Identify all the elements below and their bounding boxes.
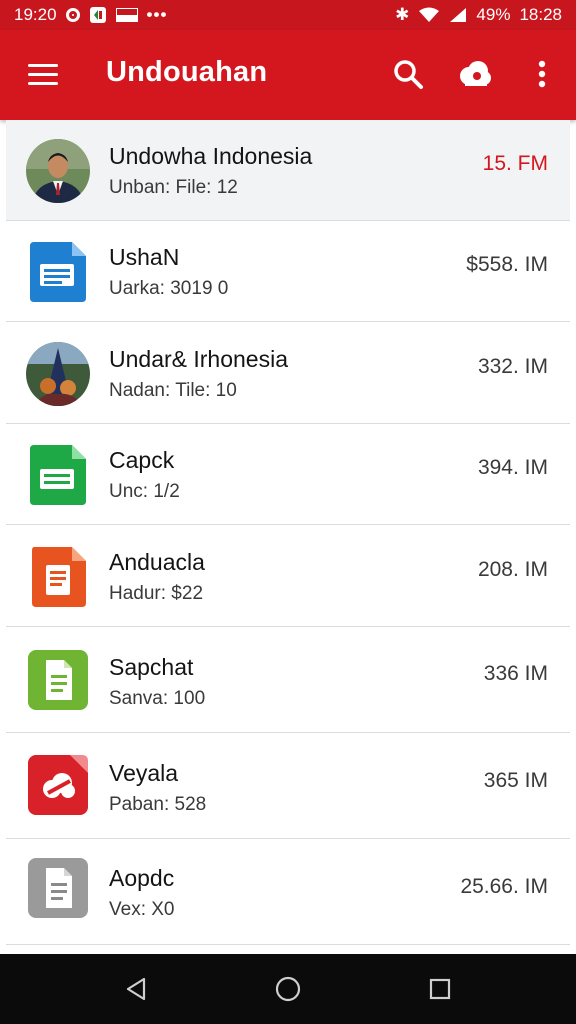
list-item[interactable]: Aopdc Vex: X0 25.66. IM [6,839,570,945]
slides-icon [26,545,90,609]
item-title: Undar& Irhonesia [109,346,288,372]
item-subtitle: Uarka: 3019 0 [109,278,229,299]
cloud-icon[interactable] [455,54,495,94]
item-size: 15. FM [482,152,548,175]
app-bar: Undouahan [0,30,576,120]
home-icon[interactable] [268,969,308,1009]
cloud-red-icon [26,753,90,817]
item-title: Capck [109,447,175,473]
item-subtitle: Hadur: $22 [109,583,204,604]
menu-icon[interactable] [26,60,62,90]
download-list: Undowha Indonesia Unban: File: 12 15. FM… [6,120,570,954]
status-bar: 19:20 ••• ✱ 49% 18:28 [0,0,576,30]
item-subtitle: Unc: 1/2 [109,481,180,502]
list-item[interactable]: Undowha Indonesia Unban: File: 12 15. FM [6,120,570,221]
item-subtitle: Nadan: Tile: 10 [109,380,237,401]
item-subtitle: Unban: File: 12 [109,177,238,198]
avatar-person-icon [26,139,90,203]
sheets-icon [26,443,90,507]
bluetooth-icon: ✱ [395,5,410,24]
wifi-icon [418,7,440,23]
list-item[interactable]: UshaN Uarka: 3019 0 $558. IM [6,221,570,322]
item-size: 332. IM [477,355,548,378]
item-title: Veyala [109,760,179,786]
item-title: Undowha Indonesia [109,143,313,169]
item-size: 365 IM [483,769,548,792]
overflow-notifications-icon: ••• [146,5,168,24]
docs-icon [26,240,90,304]
notification-ring-icon [65,8,80,22]
list-item[interactable]: Veyala Paban: 528 365 IM [6,733,570,839]
item-size: 208. IM [477,558,548,581]
search-icon[interactable] [388,54,428,94]
list-item[interactable]: Capck Unc: 1/2 394. IM [6,424,570,525]
system-nav-bar [0,954,576,1024]
flag-icon [115,8,138,22]
list-item[interactable]: Undar& Irhonesia Nadan: Tile: 10 332. IM [6,323,570,424]
item-title: Sapchat [109,654,194,680]
item-subtitle: Paban: 528 [109,794,207,815]
status-time-right: 18:28 [519,5,562,24]
item-size: 336 IM [483,662,548,685]
file-green-icon [26,648,90,712]
item-size: 25.66. IM [460,875,548,898]
notification-app-icon [89,6,107,24]
item-size: 394. IM [477,456,548,479]
battery-percent: 49% [476,5,511,24]
item-title: Aopdc [109,865,175,891]
status-bar-left: 19:20 ••• [14,5,167,25]
list-item[interactable]: Sapchat Sanva: 100 336 IM [6,627,570,733]
item-title: UshaN [109,244,180,270]
back-icon[interactable] [116,969,156,1009]
list-item[interactable]: Anduacla Hadur: $22 208. IM [6,526,570,627]
avatar-photo-icon [26,342,90,406]
file-grey-icon [26,856,90,920]
item-title: Anduacla [109,549,205,575]
item-subtitle: Sanva: 100 [109,688,206,709]
item-size: $558. IM [466,253,548,276]
app-title: Undouahan [106,56,268,88]
recents-icon[interactable] [420,969,460,1009]
status-bar-right: ✱ 49% 18:28 [395,5,562,25]
cell-signal-icon [449,7,467,23]
status-time-left: 19:20 [14,5,57,24]
more-vert-icon[interactable] [522,54,562,94]
item-subtitle: Vex: X0 [109,899,175,920]
